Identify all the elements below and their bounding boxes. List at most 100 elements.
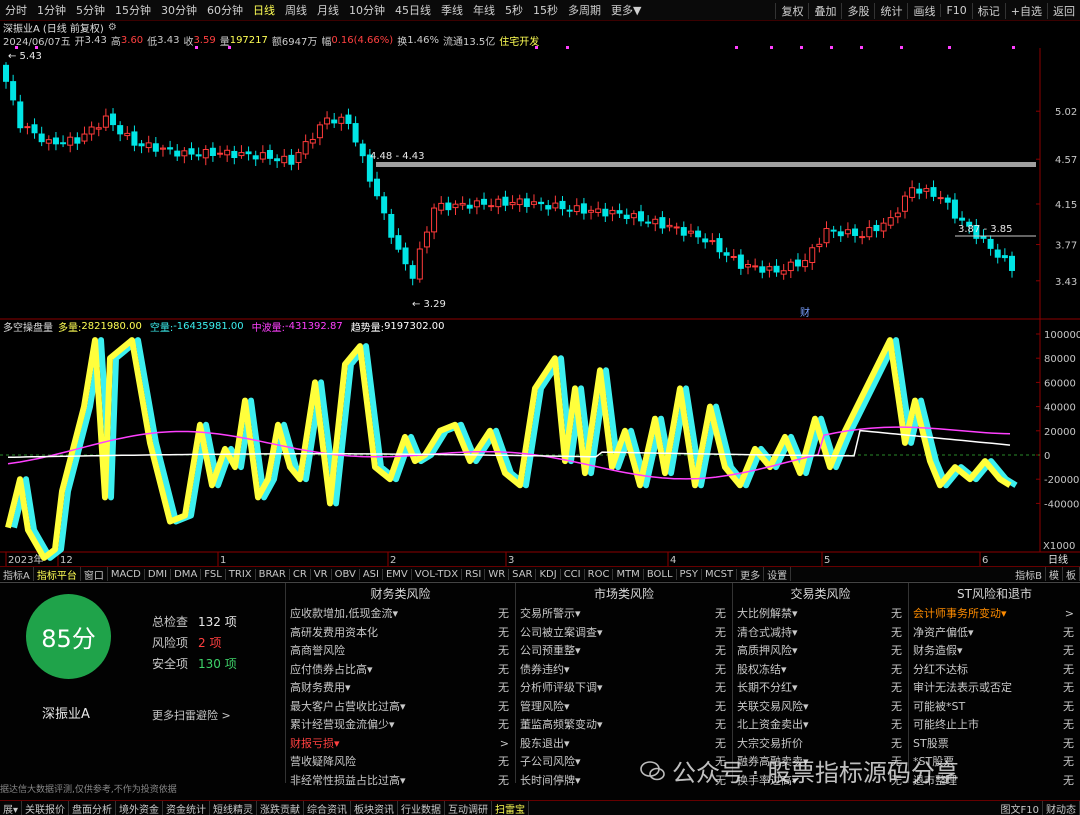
indicator-tab[interactable]: ROC (585, 568, 614, 580)
bottom-tab[interactable]: 板块资讯 (351, 801, 399, 815)
indicator-tab[interactable]: DMA (171, 568, 202, 580)
risk-item-label: 长时间停牌▾ (520, 773, 581, 787)
risk-item[interactable]: 关联交易风险▾ 无 (733, 698, 908, 717)
risk-item[interactable]: 董监高频繁变动▾ 无 (516, 716, 732, 735)
risk-item[interactable]: 最大客户占营收比过高▾ 无 (286, 698, 515, 717)
risk-item[interactable]: 大比例解禁▾ 无 (733, 605, 908, 624)
indicator-tab[interactable]: OBV (332, 568, 360, 580)
risk-item-label: 可能被*ST (913, 699, 966, 713)
more-scan-link[interactable]: 更多扫雷避险 > (152, 707, 231, 723)
indicator-tab[interactable]: KDJ (536, 568, 561, 580)
risk-item[interactable]: 可能终止上市 无 (909, 716, 1080, 735)
indicator-tab[interactable]: DMI (145, 568, 172, 580)
bottom-tab[interactable]: 财动态 (1043, 801, 1080, 815)
indicator-tab[interactable]: MCST (702, 568, 738, 580)
risk-item[interactable]: 分析师评级下调▾ 无 (516, 679, 732, 698)
bottom-tab[interactable]: 涨跌贡献 (257, 801, 305, 815)
risk-item[interactable]: 大宗交易折价 无 (733, 735, 908, 754)
indicator-tab[interactable]: WR (485, 568, 510, 580)
indicator-tab[interactable]: FSL (201, 568, 226, 580)
risk-item-status: 无 (498, 625, 509, 639)
risk-item[interactable]: 净资产偏低▾ 无 (909, 624, 1080, 643)
risk-item[interactable]: 管理风险▾ 无 (516, 698, 732, 717)
candle-body (352, 123, 359, 143)
indicator-tab[interactable]: PSY (677, 568, 703, 580)
risk-item-label: ST股票 (913, 736, 949, 750)
bottom-tab[interactable]: 资金统计 (163, 801, 211, 815)
indicator-name[interactable]: 多空操盘量 (3, 319, 53, 334)
candle-body (980, 235, 987, 239)
candle-body (602, 208, 609, 217)
risk-item[interactable]: ST股票 无 (909, 735, 1080, 754)
risk-item[interactable]: 营收疑降风险 无 (286, 753, 515, 772)
bottom-tab[interactable]: 展▾ (0, 801, 23, 815)
bottom-tab[interactable]: 扫雷宝 (492, 801, 530, 815)
bottom-tab[interactable]: 图文F10 (998, 801, 1043, 815)
indicator-tab[interactable]: ASI (360, 568, 383, 580)
risk-item[interactable]: 高财务费用▾ 无 (286, 679, 515, 698)
indicator-tab[interactable]: 模 (1046, 567, 1063, 581)
candle-body (181, 150, 188, 157)
risk-item[interactable]: 股权冻结▾ 无 (733, 661, 908, 680)
risk-item[interactable]: 高研发费用资本化 无 (286, 624, 515, 643)
indicator-tab[interactable]: BOLL (644, 568, 677, 580)
indicator-tab[interactable]: TRIX (226, 568, 256, 580)
finance-marker[interactable]: 财 (800, 306, 810, 319)
risk-item[interactable]: 高商誉风险 无 (286, 642, 515, 661)
risk-item[interactable]: 高质押风险▾ 无 (733, 642, 908, 661)
indicator-tab[interactable]: CCI (561, 568, 585, 580)
indicator-tab[interactable]: 指标平台 (34, 567, 81, 581)
risk-item[interactable]: 公司被立案调查▾ 无 (516, 624, 732, 643)
kline-chart[interactable]: 5.02 4.57 4.15 3.77 3.43 100000 80000 60000 4000… (0, 0, 1080, 566)
indicator-tab[interactable]: MTM (613, 568, 644, 580)
indicator-tab[interactable]: RSI (462, 568, 486, 580)
indicator-tab[interactable]: 指标B (1012, 567, 1046, 581)
indicator-tab[interactable]: VR (311, 568, 332, 580)
indicator-tab[interactable]: BRAR (256, 568, 290, 580)
risk-item[interactable]: 清仓式减持▾ 无 (733, 624, 908, 643)
risk-item[interactable]: 应付债券占比高▾ 无 (286, 661, 515, 680)
candle-body (209, 147, 216, 156)
candle-body (281, 155, 288, 164)
indicator-tab[interactable]: 设置 (764, 567, 792, 581)
indicator-tab[interactable]: MACD (108, 568, 145, 580)
bottom-tab[interactable]: 关联报价 (22, 801, 70, 815)
bottom-tab[interactable]: 互动调研 (445, 801, 493, 815)
indicator-tab[interactable]: VOL-TDX (412, 568, 463, 580)
candle-body (609, 209, 616, 215)
risk-item[interactable]: 财务造假▾ 无 (909, 642, 1080, 661)
indicator-tab[interactable]: SAR (509, 568, 537, 580)
bottom-tab[interactable]: 行业数据 (398, 801, 446, 815)
risk-item-label: 高质押风险▾ (737, 644, 798, 657)
risk-item[interactable]: 非经常性损益占比过高▾ 无 (286, 772, 515, 791)
risk-item[interactable]: 财报亏损▾ > (286, 735, 515, 754)
indicator-tab[interactable]: CR (290, 568, 311, 580)
risk-item[interactable]: 累计经营现金流偏少▾ 无 (286, 716, 515, 735)
bottom-tab[interactable]: 综合资讯 (304, 801, 352, 815)
indicator-tab[interactable]: 窗口 (81, 567, 108, 581)
indicator-tab[interactable]: EMV (383, 568, 412, 580)
risk-item[interactable]: 债券违约▾ 无 (516, 661, 732, 680)
bottom-tab[interactable]: 盘面分析 (69, 801, 117, 815)
bottom-tab[interactable]: 短线精灵 (210, 801, 258, 815)
risk-item-status: 无 (891, 736, 902, 750)
indicator-tab[interactable]: 更多 (737, 567, 765, 581)
disclaimer: 据达信大数据评测,仅供参考,不作为投资依据 (0, 785, 177, 795)
risk-item[interactable]: 应收款增加,低现金流▾ 无 (286, 605, 515, 624)
risk-item[interactable]: 分红不达标 无 (909, 661, 1080, 680)
risk-item[interactable]: 北上资金卖出▾ 无 (733, 716, 908, 735)
risk-item[interactable]: 交易所警示▾ 无 (516, 605, 732, 624)
bottom-tab[interactable]: 境外资金 (116, 801, 164, 815)
risk-item-status: 无 (715, 625, 726, 639)
candle-body (409, 265, 416, 279)
risk-item[interactable]: 会计师事务所变动▾ > (909, 605, 1080, 624)
risk-item[interactable]: 长期不分红▾ 无 (733, 679, 908, 698)
risk-item-label: 关联交易风险▾ (737, 699, 809, 713)
indicator-tab[interactable]: 板 (1063, 567, 1080, 581)
risk-item[interactable]: 股东退出▾ 无 (516, 735, 732, 754)
candle-body (266, 150, 273, 159)
risk-item[interactable]: 公司预重整▾ 无 (516, 642, 732, 661)
risk-item[interactable]: 审计无法表示或否定 无 (909, 679, 1080, 698)
risk-item[interactable]: 可能被*ST 无 (909, 698, 1080, 717)
indicator-tab[interactable]: 指标A (0, 567, 34, 581)
